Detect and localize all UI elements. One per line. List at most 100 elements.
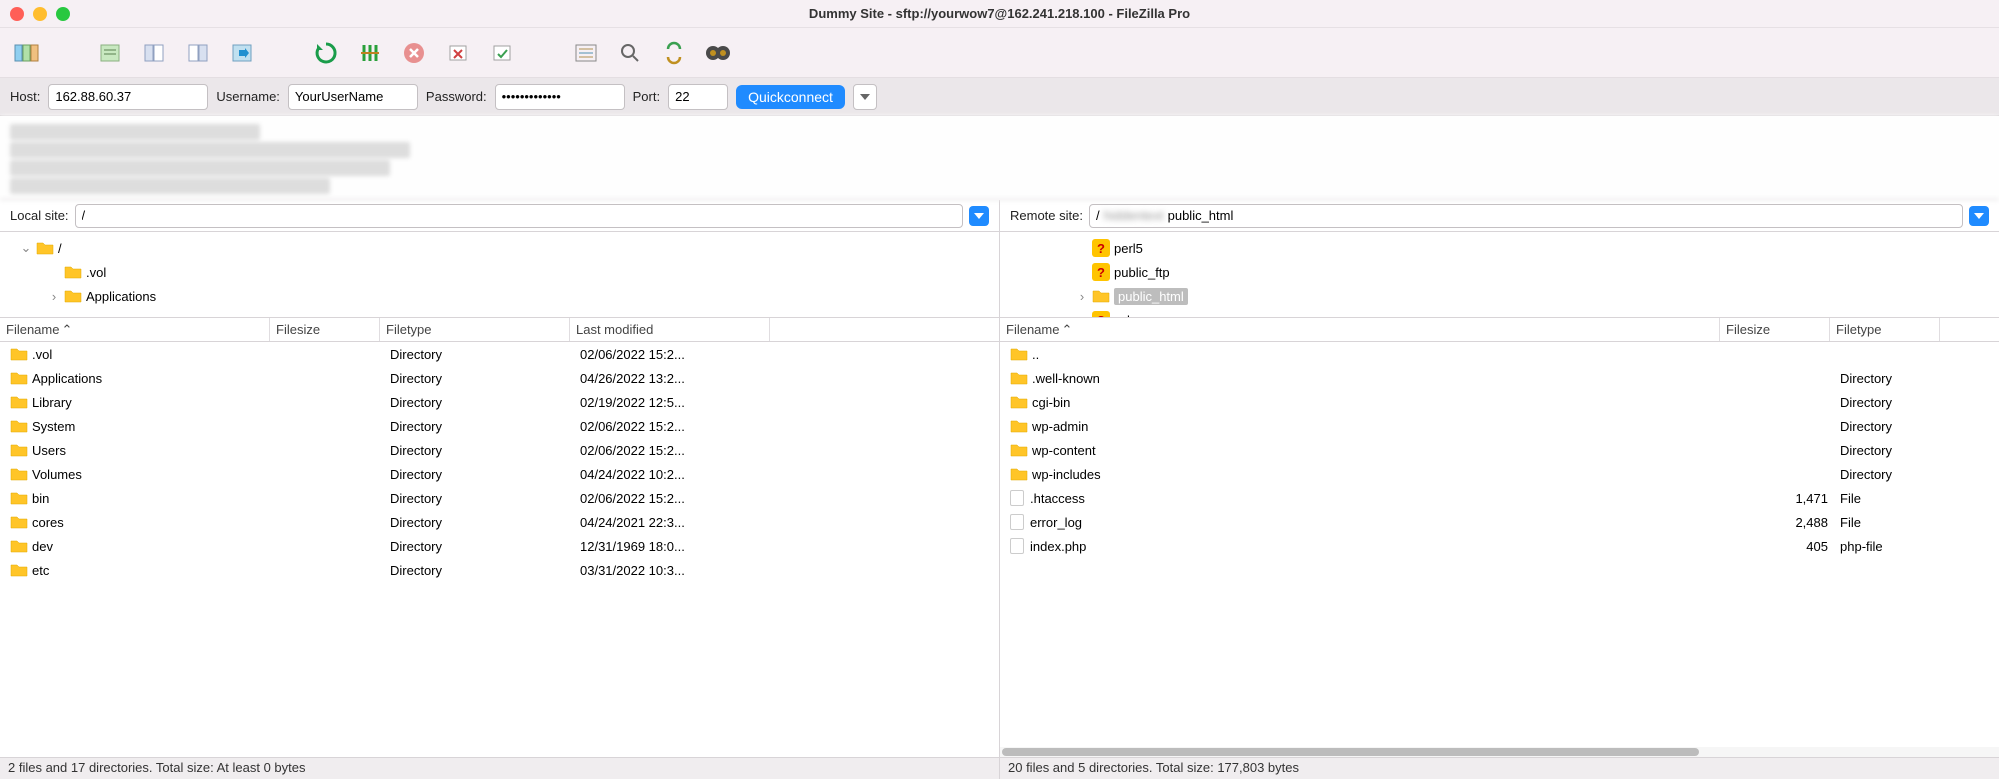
- file-row[interactable]: ApplicationsDirectory04/26/2022 13:2...: [0, 366, 999, 390]
- file-name: Library: [32, 395, 72, 410]
- file-row[interactable]: cgi-binDirectory: [1000, 390, 1999, 414]
- file-modified: 04/24/2022 10:2...: [574, 467, 774, 482]
- file-row[interactable]: devDirectory12/31/1969 18:0...: [0, 534, 999, 558]
- local-directory-tree[interactable]: ⌄/.vol › Applications: [0, 232, 999, 318]
- remote-col-filetype[interactable]: Filetype: [1830, 318, 1940, 341]
- tree-item[interactable]: ?ssl: [1000, 308, 1999, 318]
- port-input[interactable]: [668, 84, 728, 110]
- expand-icon[interactable]: ›: [48, 289, 60, 304]
- file-name: bin: [32, 491, 49, 506]
- remote-directory-tree[interactable]: ?perl5?public_ftp›public_html?ssl: [1000, 232, 1999, 318]
- file-row[interactable]: coresDirectory04/24/2021 22:3...: [0, 510, 999, 534]
- file-name: dev: [32, 539, 53, 554]
- cancel-icon[interactable]: [398, 37, 430, 69]
- tree-item-label: public_html: [1114, 288, 1188, 305]
- remote-status-bar: 20 files and 5 directories. Total size: …: [1000, 757, 1999, 779]
- tree-item[interactable]: ?perl5: [1000, 236, 1999, 260]
- tree-item[interactable]: › public_html: [1000, 284, 1999, 308]
- tree-item[interactable]: ?public_ftp: [1000, 260, 1999, 284]
- tree-item-label: perl5: [1114, 241, 1143, 256]
- folder-icon: [1010, 395, 1028, 409]
- folder-icon: [1010, 347, 1028, 361]
- expand-icon[interactable]: ⌄: [20, 240, 32, 256]
- file-name: Volumes: [32, 467, 82, 482]
- reconnect-icon[interactable]: [486, 37, 518, 69]
- local-col-modified[interactable]: Last modified: [570, 318, 770, 341]
- file-row[interactable]: binDirectory02/06/2022 15:2...: [0, 486, 999, 510]
- tree-item[interactable]: .vol: [0, 260, 999, 284]
- host-input[interactable]: [48, 84, 208, 110]
- remote-site-dropdown[interactable]: [1969, 206, 1989, 226]
- file-type: Directory: [1834, 467, 1944, 482]
- remote-site-input[interactable]: /hiddentextpublic_html: [1089, 204, 1963, 228]
- file-row[interactable]: wp-includesDirectory: [1000, 462, 1999, 486]
- tree-item-label: Applications: [86, 289, 156, 304]
- folder-icon: [10, 491, 28, 505]
- file-row[interactable]: .well-knownDirectory: [1000, 366, 1999, 390]
- file-row[interactable]: LibraryDirectory02/19/2022 12:5...: [0, 390, 999, 414]
- password-input[interactable]: [495, 84, 625, 110]
- quickconnect-button[interactable]: Quickconnect: [736, 85, 845, 109]
- filter-icon[interactable]: [570, 37, 602, 69]
- file-row[interactable]: error_log2,488File: [1000, 510, 1999, 534]
- disconnect-icon[interactable]: [442, 37, 474, 69]
- file-type: Directory: [1834, 371, 1944, 386]
- window-title: Dummy Site - sftp://yourwow7@162.241.218…: [809, 6, 1190, 21]
- remote-col-filesize[interactable]: Filesize: [1720, 318, 1830, 341]
- folder-icon: [64, 289, 82, 303]
- local-col-filesize[interactable]: Filesize: [270, 318, 380, 341]
- file-modified: 04/26/2022 13:2...: [574, 371, 774, 386]
- refresh-icon[interactable]: [310, 37, 342, 69]
- remote-file-list[interactable]: ...well-knownDirectorycgi-binDirectorywp…: [1000, 342, 1999, 747]
- local-file-list[interactable]: .volDirectory02/06/2022 15:2...Applicati…: [0, 342, 999, 757]
- process-queue-icon[interactable]: [354, 37, 386, 69]
- file-name: etc: [32, 563, 49, 578]
- local-site-dropdown[interactable]: [969, 206, 989, 226]
- file-row[interactable]: wp-adminDirectory: [1000, 414, 1999, 438]
- unknown-folder-icon: ?: [1092, 311, 1110, 318]
- main-split: Local site: ⌄/.vol›Applications Filename…: [0, 200, 1999, 779]
- sync-browsing-icon[interactable]: [658, 37, 690, 69]
- expand-icon[interactable]: ›: [1076, 289, 1088, 304]
- file-type: Directory: [384, 347, 574, 362]
- local-col-filetype[interactable]: Filetype: [380, 318, 570, 341]
- file-row[interactable]: etcDirectory03/31/2022 10:3...: [0, 558, 999, 582]
- password-label: Password:: [426, 89, 487, 104]
- toggle-log-icon[interactable]: [94, 37, 126, 69]
- file-modified: 02/06/2022 15:2...: [574, 419, 774, 434]
- close-window-button[interactable]: [10, 7, 24, 21]
- username-input[interactable]: [288, 84, 418, 110]
- find-icon[interactable]: [702, 37, 734, 69]
- toggle-local-tree-icon[interactable]: [138, 37, 170, 69]
- file-name: System: [32, 419, 75, 434]
- maximize-window-button[interactable]: [56, 7, 70, 21]
- file-row[interactable]: VolumesDirectory04/24/2022 10:2...: [0, 462, 999, 486]
- toggle-queue-icon[interactable]: [226, 37, 258, 69]
- tree-item[interactable]: › Applications: [0, 284, 999, 308]
- toggle-remote-tree-icon[interactable]: [182, 37, 214, 69]
- search-icon[interactable]: [614, 37, 646, 69]
- file-row[interactable]: UsersDirectory02/06/2022 15:2...: [0, 438, 999, 462]
- file-row[interactable]: wp-contentDirectory: [1000, 438, 1999, 462]
- tree-item[interactable]: ⌄/: [0, 236, 999, 260]
- file-row[interactable]: SystemDirectory02/06/2022 15:2...: [0, 414, 999, 438]
- remote-horizontal-scrollbar[interactable]: [1000, 747, 1999, 757]
- file-row[interactable]: .htaccess1,471File: [1000, 486, 1999, 510]
- file-size: 405: [1724, 539, 1834, 554]
- file-name: .vol: [32, 347, 52, 362]
- file-type: Directory: [384, 395, 574, 410]
- file-row[interactable]: .volDirectory02/06/2022 15:2...: [0, 342, 999, 366]
- site-manager-icon[interactable]: [10, 37, 42, 69]
- file-row[interactable]: index.php405php-file: [1000, 534, 1999, 558]
- remote-col-filename[interactable]: Filename⌃: [1000, 318, 1720, 341]
- folder-icon: [1010, 467, 1028, 481]
- quickconnect-history-dropdown[interactable]: [853, 84, 877, 110]
- message-log[interactable]: [0, 116, 1999, 200]
- file-size: 1,471: [1724, 491, 1834, 506]
- local-site-input[interactable]: [75, 204, 963, 228]
- folder-icon: [36, 241, 54, 255]
- file-row[interactable]: ..: [1000, 342, 1999, 366]
- local-col-filename[interactable]: Filename⌃: [0, 318, 270, 341]
- minimize-window-button[interactable]: [33, 7, 47, 21]
- unknown-folder-icon: ?: [1092, 263, 1110, 281]
